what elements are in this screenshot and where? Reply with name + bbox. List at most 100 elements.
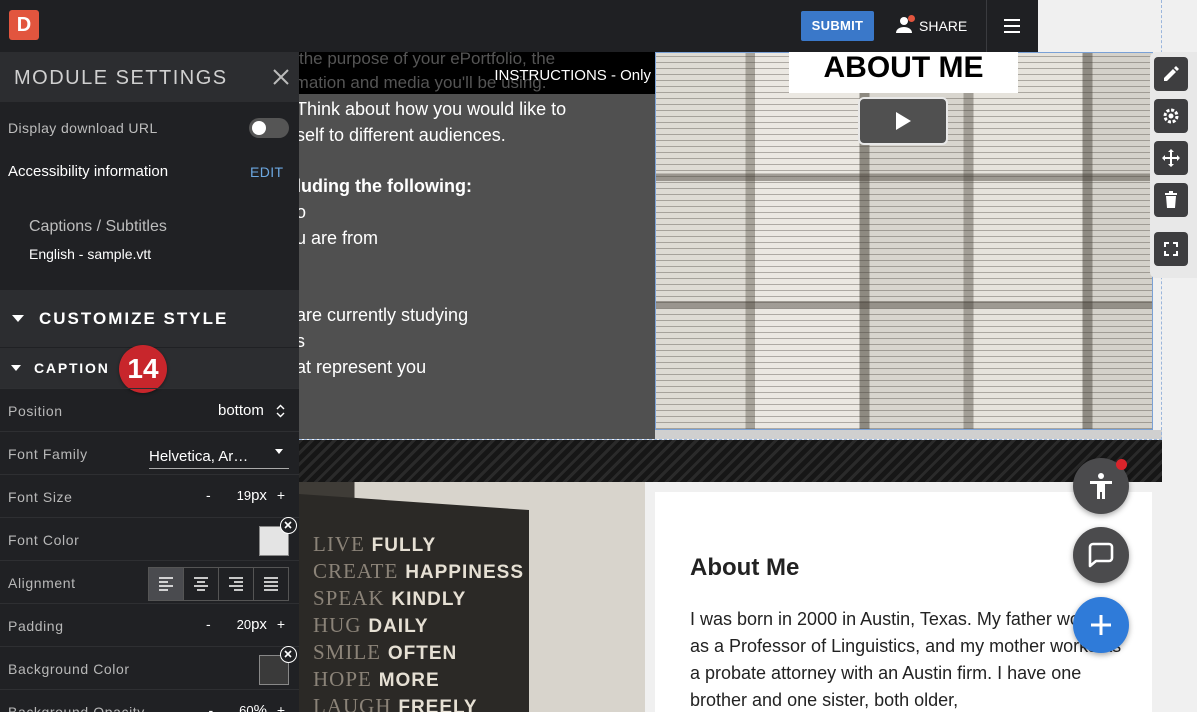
divider: [986, 0, 987, 52]
padding-decrement[interactable]: -: [206, 616, 211, 632]
font-color-label: Font Color: [8, 532, 80, 548]
opacity-unit: %: [253, 702, 267, 712]
opacity-value[interactable]: 60: [239, 703, 253, 712]
section-divider-band: [299, 440, 1162, 482]
font-size-increment[interactable]: +: [277, 487, 285, 503]
instructions-line: self to different audiences.: [296, 125, 506, 145]
quote-word: DAILY: [368, 616, 429, 637]
updown-chevron-icon: [276, 404, 285, 418]
padding-value[interactable]: 20: [237, 617, 251, 632]
chat-button[interactable]: [1073, 527, 1129, 583]
about-me-title: About Me: [690, 554, 800, 581]
padding-label: Padding: [8, 618, 64, 634]
display-download-url-label: Display download URL: [8, 120, 158, 136]
trash-icon: [1165, 191, 1177, 208]
padding-stepper: - 20px +: [206, 616, 285, 633]
caption-label: CAPTION: [34, 360, 110, 376]
editor-canvas: the purpose of your ePortfolio, the rmat…: [296, 0, 1162, 712]
align-left-button[interactable]: [149, 568, 184, 600]
instructions-title: INSTRUCTIONS - Only: [494, 67, 651, 84]
close-icon[interactable]: [273, 69, 289, 85]
quote-image[interactable]: LIVE FULLY CREATE HAPPINESS SPEAK KINDLY…: [299, 482, 645, 712]
about-me-card[interactable]: About Me I was born in 2000 in Austin, T…: [655, 492, 1152, 712]
font-color-row: Font Color: [0, 517, 299, 560]
quote-word: CREATE: [313, 559, 399, 583]
captions-file[interactable]: English - sample.vtt: [29, 246, 151, 262]
add-module-button[interactable]: [1073, 597, 1129, 653]
pencil-icon: [1164, 66, 1179, 81]
alignment-buttons: [148, 567, 289, 601]
font-size-unit: px: [251, 487, 267, 504]
quote-word: KINDLY: [391, 589, 467, 610]
align-right-icon: [229, 577, 243, 591]
position-row: Position bottom: [0, 388, 299, 431]
clear-background-color-button[interactable]: [280, 646, 297, 663]
move-module-button[interactable]: [1154, 141, 1188, 175]
font-family-row: Font Family Helvetica, Ar…: [0, 431, 299, 474]
align-right-button[interactable]: [219, 568, 254, 600]
gear-icon: [1163, 108, 1179, 124]
align-justify-button[interactable]: [254, 568, 288, 600]
quote-word: LIVE: [313, 532, 365, 556]
background-opacity-row: Background Opacity - 60% +: [0, 689, 299, 712]
share-label: SHARE: [919, 18, 968, 34]
clear-font-color-button[interactable]: [280, 517, 297, 534]
font-size-value[interactable]: 19: [237, 488, 251, 503]
alignment-row: Alignment: [0, 560, 299, 603]
notification-dot: [1116, 459, 1127, 470]
font-size-label: Font Size: [8, 489, 73, 505]
app-logo[interactable]: D: [9, 10, 39, 40]
quote-word: MORE: [378, 670, 440, 691]
step-badge: 14: [119, 345, 167, 393]
position-select[interactable]: bottom: [218, 402, 264, 419]
hero-footer: [655, 430, 1162, 439]
caret-down-icon: [12, 315, 24, 322]
opacity-increment[interactable]: +: [277, 702, 285, 712]
fullscreen-icon: [1164, 242, 1178, 256]
close-icon: [284, 521, 292, 529]
caret-down-icon: [275, 449, 283, 454]
customize-style-label: CUSTOMIZE STYLE: [39, 309, 229, 328]
quote-line: LIVE FULLY: [313, 532, 436, 557]
quote-line: HUG DAILY: [313, 613, 429, 638]
font-family-value: Helvetica, Ar…: [149, 448, 249, 465]
edit-module-button[interactable]: [1154, 57, 1188, 91]
module-settings-button[interactable]: [1154, 99, 1188, 133]
quote-line: CREATE HAPPINESS: [313, 559, 524, 584]
submit-button[interactable]: SUBMIT: [801, 11, 874, 41]
background-opacity-stepper: - 60% +: [209, 702, 285, 712]
quote-word: OFTEN: [387, 643, 458, 664]
alignment-label: Alignment: [8, 575, 76, 591]
instructions-module[interactable]: the purpose of your ePortfolio, the rmat…: [296, 52, 655, 439]
fullscreen-button[interactable]: [1154, 232, 1188, 266]
top-bar: D SUBMIT SHARE: [0, 0, 1038, 52]
delete-module-button[interactable]: [1154, 183, 1188, 217]
module-settings-panel: MODULE SETTINGS Display download URL Acc…: [0, 52, 299, 712]
quote-word: FULLY: [371, 535, 437, 556]
module-toolbar: [1150, 52, 1197, 278]
quote-word: FREELY: [398, 697, 478, 712]
quote-line: SPEAK KINDLY: [313, 586, 466, 611]
accessibility-info-label: Accessibility information: [8, 163, 169, 180]
align-left-icon: [159, 577, 173, 591]
customize-style-section[interactable]: CUSTOMIZE STYLE: [0, 290, 299, 347]
instructions-line: luding the following:: [296, 176, 472, 196]
display-download-url-toggle[interactable]: [249, 118, 289, 138]
background-opacity-label: Background Opacity: [8, 704, 145, 712]
accessibility-icon: [1090, 473, 1112, 499]
padding-increment[interactable]: +: [277, 616, 285, 632]
quote-line: SMILE OFTEN: [313, 640, 457, 665]
align-center-button[interactable]: [184, 568, 219, 600]
panel-header: MODULE SETTINGS: [0, 52, 299, 102]
share-button[interactable]: SHARE: [895, 11, 967, 41]
accessibility-edit-link[interactable]: EDIT: [250, 164, 284, 180]
font-family-select[interactable]: Helvetica, Ar…: [149, 439, 289, 469]
opacity-decrement[interactable]: -: [209, 702, 214, 712]
position-label: Position: [8, 403, 63, 419]
font-size-decrement[interactable]: -: [206, 487, 211, 503]
instructions-line: Think about how you would like to: [296, 99, 567, 119]
captions-label: Captions / Subtitles: [29, 218, 167, 235]
hamburger-menu-icon[interactable]: [1004, 19, 1020, 33]
accessibility-button[interactable]: [1073, 458, 1129, 514]
video-play-button[interactable]: [858, 97, 948, 145]
